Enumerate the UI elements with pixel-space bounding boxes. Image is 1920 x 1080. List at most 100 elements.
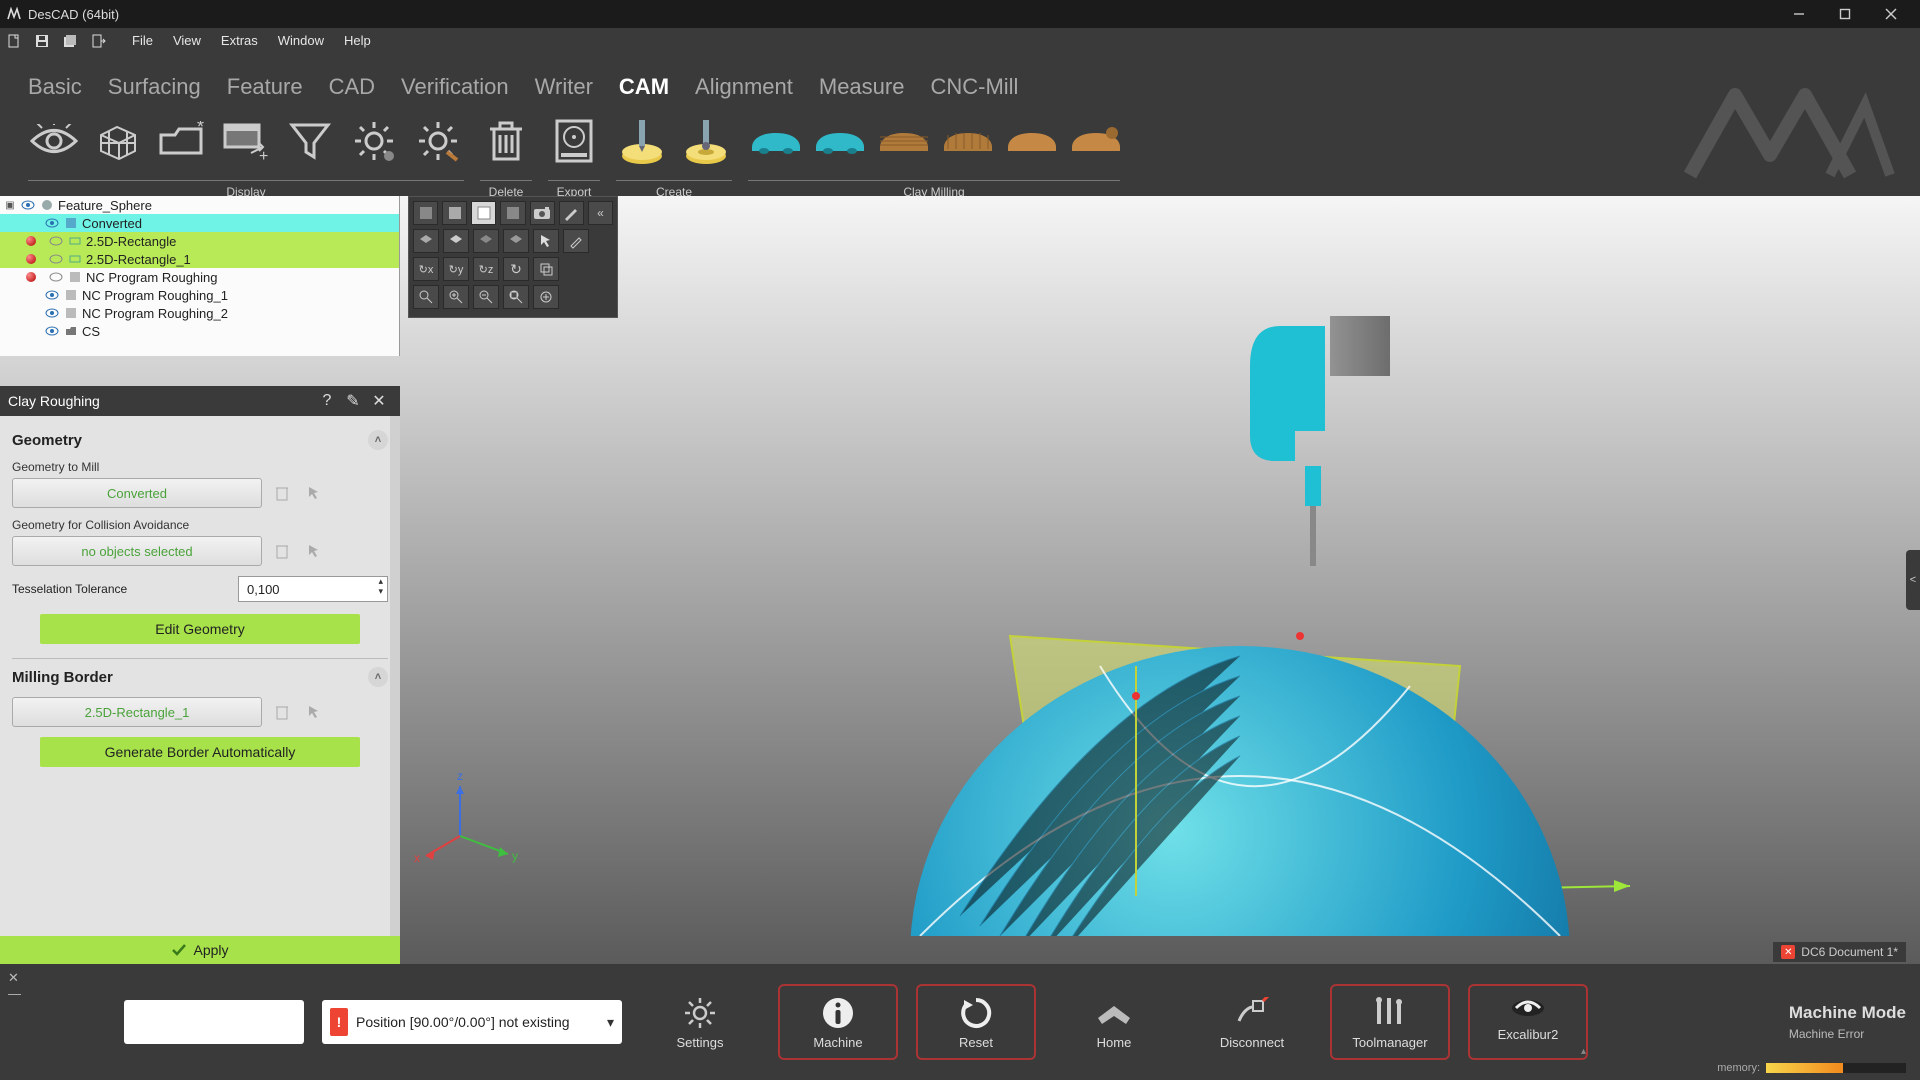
- tab-verification[interactable]: Verification: [401, 74, 509, 100]
- eye-icon[interactable]: [48, 234, 64, 248]
- disconnect-button[interactable]: Disconnect: [1192, 984, 1312, 1060]
- reset-button[interactable]: Reset: [916, 984, 1036, 1060]
- tab-cam[interactable]: CAM: [619, 74, 669, 100]
- gear-icon[interactable]: [348, 115, 400, 167]
- clay-car-brown-3-icon[interactable]: [1004, 115, 1056, 167]
- eye-icon[interactable]: [48, 252, 64, 266]
- panel-close-button[interactable]: ✕: [366, 388, 392, 414]
- tab-writer[interactable]: Writer: [535, 74, 593, 100]
- tree-item-cs[interactable]: CS: [0, 322, 399, 340]
- info-icon: [818, 995, 858, 1031]
- excalibur-button[interactable]: Excalibur2 ▴: [1468, 984, 1588, 1060]
- clay-car-cyan-2-icon[interactable]: [812, 115, 864, 167]
- close-window-button[interactable]: [1868, 0, 1914, 28]
- bottombar-close-icon[interactable]: ✕—: [8, 970, 21, 1001]
- save-all-icon[interactable]: [58, 30, 82, 52]
- eye-icon[interactable]: [44, 216, 60, 230]
- tab-measure[interactable]: Measure: [819, 74, 905, 100]
- create-tool-2-icon[interactable]: [680, 115, 732, 167]
- save-icon[interactable]: [30, 30, 54, 52]
- chevron-up-icon[interactable]: ˄: [368, 430, 388, 450]
- doc-error-icon: ✕: [1781, 945, 1795, 959]
- pick-field-icon[interactable]: [302, 700, 326, 724]
- position-combo[interactable]: ! Position [90.00°/0.00°] not existing ▾: [322, 1000, 622, 1044]
- clay-car-cyan-1-icon[interactable]: [748, 115, 800, 167]
- tree-item-label: NC Program Roughing_1: [82, 288, 228, 303]
- minimize-button[interactable]: [1776, 0, 1822, 28]
- tree-item-nc2[interactable]: NC Program Roughing_2: [0, 304, 399, 322]
- eye-icon[interactable]: [20, 198, 36, 212]
- chevron-down-icon: ▾: [607, 1014, 614, 1031]
- gear-tool-icon[interactable]: [412, 115, 464, 167]
- tab-surfacing[interactable]: Surfacing: [108, 74, 201, 100]
- new-file-icon[interactable]: [2, 30, 26, 52]
- tree-item-nc1[interactable]: NC Program Roughing_1: [0, 286, 399, 304]
- settings-label: Settings: [677, 1035, 724, 1050]
- menu-extras[interactable]: Extras: [211, 28, 268, 54]
- menu-help[interactable]: Help: [334, 28, 381, 54]
- export-quick-icon[interactable]: [86, 30, 110, 52]
- harddrive-icon[interactable]: [548, 115, 600, 167]
- document-chip[interactable]: ✕DC6 Document 1*: [1773, 942, 1906, 962]
- machine-button[interactable]: Machine: [778, 984, 898, 1060]
- folder-star-icon[interactable]: *: [156, 115, 208, 167]
- tree-item-nc0[interactable]: NC Program Roughing: [0, 268, 399, 286]
- settings-button[interactable]: Settings: [640, 984, 760, 1060]
- wireframe-box-icon[interactable]: [92, 115, 144, 167]
- eye-icon[interactable]: [44, 288, 60, 302]
- tree-root[interactable]: ▣ Feature_Sphere: [0, 196, 399, 214]
- tree-item-rect1[interactable]: 2.5D-Rectangle_1: [0, 250, 399, 268]
- panel-scrollbar[interactable]: [390, 416, 400, 486]
- edit-geometry-button[interactable]: Edit Geometry: [40, 614, 360, 644]
- generate-border-button[interactable]: Generate Border Automatically: [40, 737, 360, 767]
- home-button[interactable]: Home: [1054, 984, 1174, 1060]
- filter-icon[interactable]: [284, 115, 336, 167]
- nc-icon: [68, 270, 82, 284]
- toolmanager-button[interactable]: Toolmanager: [1330, 984, 1450, 1060]
- feature-tree[interactable]: ▣ Feature_Sphere Converted 2.5D-Rectangl…: [0, 196, 400, 356]
- tab-feature[interactable]: Feature: [227, 74, 303, 100]
- command-input[interactable]: [124, 1000, 304, 1044]
- panel-edit-button[interactable]: ✎: [340, 388, 366, 414]
- maximize-button[interactable]: [1822, 0, 1868, 28]
- tab-alignment[interactable]: Alignment: [695, 74, 793, 100]
- clear-field-icon[interactable]: [270, 700, 294, 724]
- apply-button[interactable]: Apply: [0, 936, 400, 964]
- geom-to-mill-field[interactable]: Converted: [12, 478, 262, 508]
- clear-field-icon[interactable]: [270, 481, 294, 505]
- pick-field-icon[interactable]: [302, 539, 326, 563]
- geom-collision-label: Geometry for Collision Avoidance: [12, 518, 388, 532]
- tree-item-converted[interactable]: Converted: [0, 214, 399, 232]
- visibility-icon[interactable]: [28, 115, 80, 167]
- create-tool-1-icon[interactable]: [616, 115, 668, 167]
- nc-icon: [64, 288, 78, 302]
- nc-icon: [64, 306, 78, 320]
- clay-car-brown-4-icon[interactable]: [1068, 115, 1120, 167]
- pick-field-icon[interactable]: [302, 481, 326, 505]
- eye-icon[interactable]: [48, 270, 64, 284]
- toolmanager-label: Toolmanager: [1352, 1035, 1427, 1050]
- menu-file[interactable]: File: [122, 28, 163, 54]
- viewport-3d[interactable]: z y x: [400, 196, 1920, 964]
- tree-item-rect[interactable]: 2.5D-Rectangle: [0, 232, 399, 250]
- menu-view[interactable]: View: [163, 28, 211, 54]
- screen-add-icon[interactable]: +: [220, 115, 272, 167]
- chevron-up-icon[interactable]: ˄: [368, 667, 388, 687]
- clay-car-brown-1-icon[interactable]: [876, 115, 928, 167]
- tab-basic[interactable]: Basic: [28, 74, 82, 100]
- border-field[interactable]: 2.5D-Rectangle_1: [12, 697, 262, 727]
- toolmanager-icon: [1370, 995, 1410, 1031]
- menu-window[interactable]: Window: [268, 28, 334, 54]
- panel-help-button[interactable]: ?: [314, 388, 340, 414]
- tab-cad[interactable]: CAD: [329, 74, 375, 100]
- clear-field-icon[interactable]: [270, 539, 294, 563]
- tab-cnc-mill[interactable]: CNC-Mill: [930, 74, 1018, 100]
- panel-title: Clay Roughing: [8, 393, 100, 409]
- eye-icon[interactable]: [44, 306, 60, 320]
- geom-collision-field[interactable]: no objects selected: [12, 536, 262, 566]
- tess-input[interactable]: 0,100: [238, 576, 388, 602]
- trash-icon[interactable]: [480, 115, 532, 167]
- clay-car-brown-2-icon[interactable]: [940, 115, 992, 167]
- eye-icon[interactable]: [44, 324, 60, 338]
- svg-text:+: +: [259, 148, 268, 163]
